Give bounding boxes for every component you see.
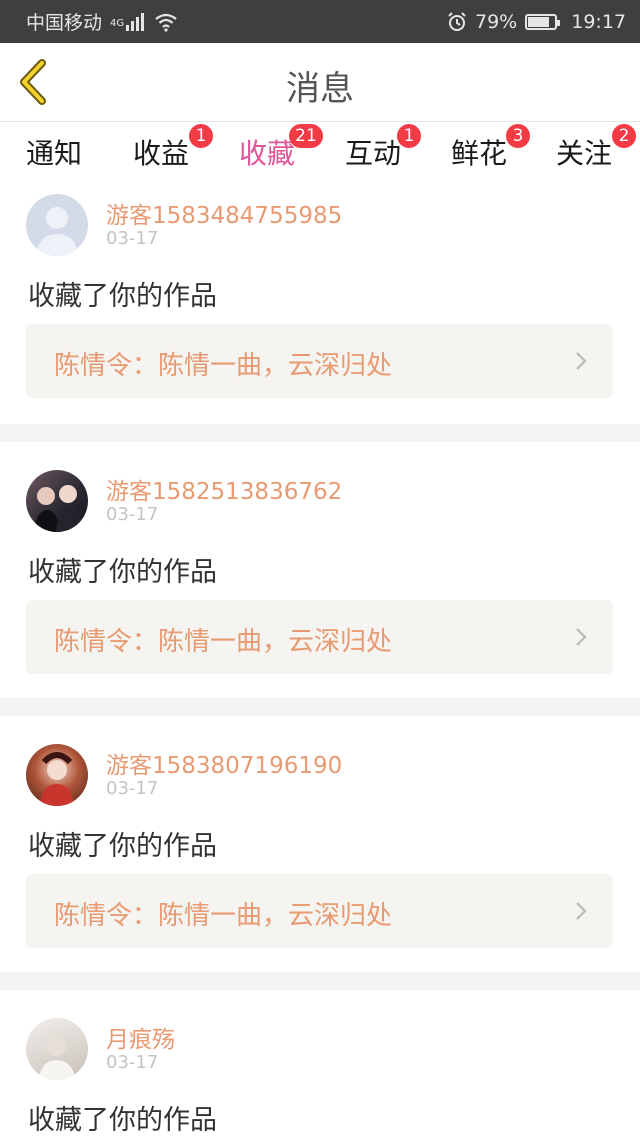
tab-label: 收益 [133,137,190,170]
clock: 19:17 [571,10,626,33]
list-item: 游客1583484755985 03-17 收藏了你的作品 陈情令：陈情一曲，云… [0,184,640,424]
message-date: 03-17 [106,778,159,799]
avatar[interactable] [26,1018,88,1080]
tab-earnings[interactable]: 收益 1 [133,124,213,172]
signal-icon [126,12,145,31]
tab-label: 互动 [345,137,402,170]
status-bar: 中国移动 4G 79% 19:17 [0,0,640,43]
alarm-icon [448,11,466,31]
tab-flowers[interactable]: 鲜花 3 [451,124,530,172]
nav-header: 消息 [0,43,640,122]
avatar[interactable] [26,194,88,256]
work-title: 陈情令：陈情一曲，云深归处 [54,627,393,657]
carrier-label: 中国移动 [26,12,103,34]
username[interactable]: 月痕殇 [106,1020,175,1054]
tab-label: 通知 [26,137,83,170]
battery-icon [525,13,561,30]
tab-interaction[interactable]: 互动 1 [345,124,421,172]
message-date: 03-17 [106,228,159,249]
avatar-photo [40,752,74,806]
tab-bar: 通知 收益 1 收藏 21 互动 1 鲜花 3 关注 2 [0,122,640,190]
avatar[interactable] [26,744,88,806]
default-avatar-icon [36,207,78,256]
action-text: 收藏了你的作品 [28,1105,217,1136]
tab-badge: 1 [397,124,421,148]
action-text: 收藏了你的作品 [28,281,217,312]
divider [0,698,640,716]
wifi-icon [155,13,177,32]
work-title: 陈情令：陈情一曲，云深归处 [54,901,393,931]
avatar[interactable] [26,470,88,532]
list-item: 月痕殇 03-17 收藏了你的作品 [0,1008,640,1138]
chevron-right-icon [576,352,587,370]
tab-badge: 21 [289,124,323,148]
divider [0,972,640,990]
work-title: 陈情令：陈情一曲，云深归处 [54,351,393,381]
avatar-photo [38,1036,76,1080]
username[interactable]: 游客1583807196190 [106,746,342,780]
network-type: 4G [110,18,125,29]
chevron-right-icon [576,902,587,920]
action-text: 收藏了你的作品 [28,831,217,862]
work-link[interactable]: 陈情令：陈情一曲，云深归处 [26,324,613,398]
message-date: 03-17 [106,504,159,525]
tab-badge: 2 [612,124,636,148]
tab-badge: 1 [189,124,213,148]
tab-follows[interactable]: 关注 2 [556,124,636,172]
list-item: 游客1582513836762 03-17 收藏了你的作品 陈情令：陈情一曲，云… [0,460,640,698]
tab-notice[interactable]: 通知 [26,132,82,172]
chevron-right-icon [576,628,587,646]
divider [0,424,640,442]
list-item: 游客1583807196190 03-17 收藏了你的作品 陈情令：陈情一曲，云… [0,734,640,972]
tab-badge: 3 [506,124,530,148]
tab-label: 关注 [556,137,613,170]
username[interactable]: 游客1583484755985 [106,196,342,230]
message-date: 03-17 [106,1052,159,1073]
work-link[interactable]: 陈情令：陈情一曲，云深归处 [26,600,613,674]
avatar-photo [34,485,82,532]
page-title: 消息 [286,69,354,109]
tab-favorites[interactable]: 收藏 21 [239,124,323,190]
username[interactable]: 游客1582513836762 [106,472,342,506]
battery-percent: 79% [475,10,518,33]
tab-label: 收藏 [239,137,296,170]
work-link[interactable]: 陈情令：陈情一曲，云深归处 [26,874,613,948]
tab-label: 鲜花 [451,137,508,170]
action-text: 收藏了你的作品 [28,557,217,588]
